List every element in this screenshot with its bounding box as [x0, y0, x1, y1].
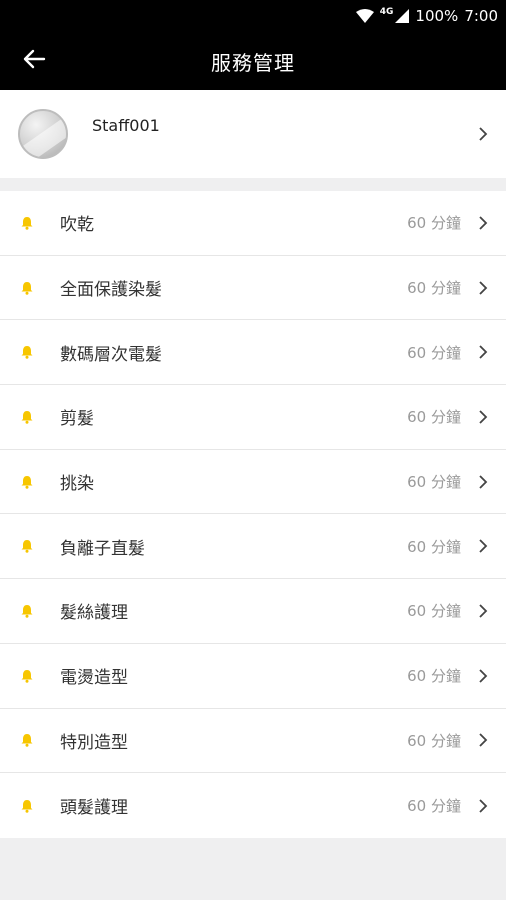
chevron-right-icon	[478, 410, 488, 424]
bell-icon	[20, 539, 34, 553]
avatar	[18, 109, 68, 159]
chevron-right-icon	[478, 539, 488, 553]
section-divider	[0, 178, 506, 191]
app-bar: 服務管理	[0, 32, 506, 90]
service-name: 數碼層次電髮	[60, 344, 162, 365]
service-duration: 60 分鐘	[407, 602, 461, 621]
service-item[interactable]: 數碼層次電髮 60 分鐘	[0, 320, 506, 386]
bell-icon	[20, 604, 34, 618]
chevron-right-icon	[478, 474, 488, 489]
service-duration: 60 分鐘	[407, 731, 461, 750]
service-name: 特別造型	[60, 732, 128, 753]
service-duration: 60 分鐘	[407, 537, 461, 556]
wifi-icon	[355, 9, 374, 23]
service-item[interactable]: 特別造型 60 分鐘	[0, 709, 506, 774]
bell-icon	[20, 345, 34, 359]
staff-profile-row[interactable]: Staff001	[0, 90, 506, 178]
service-item[interactable]: 頭髮護理 60 分鐘	[0, 773, 506, 838]
service-duration: 60 分鐘	[407, 343, 461, 362]
chevron-right-icon	[478, 798, 488, 813]
battery-level: 100%	[415, 7, 459, 25]
service-item[interactable]: 負離子直髮 60 分鐘	[0, 514, 506, 580]
bell-icon	[20, 733, 34, 748]
bell-icon	[20, 216, 34, 230]
chevron-right-icon	[478, 669, 488, 683]
service-name: 髮絲護理	[60, 603, 128, 624]
service-name: 負離子直髮	[60, 538, 145, 559]
service-item[interactable]: 電燙造型 60 分鐘	[0, 644, 506, 709]
service-duration: 60 分鐘	[407, 279, 461, 298]
service-name: 頭髮護理	[60, 798, 128, 819]
service-item[interactable]: 剪髮 60 分鐘	[0, 385, 506, 450]
chevron-right-icon	[478, 127, 488, 141]
service-name: 剪髮	[60, 409, 94, 430]
service-item[interactable]: 全面保護染髮 60 分鐘	[0, 256, 506, 321]
service-name: 吹乾	[60, 215, 94, 236]
bell-icon	[20, 799, 34, 813]
chevron-right-icon	[478, 280, 488, 295]
chevron-right-icon	[478, 604, 488, 618]
back-button[interactable]	[22, 32, 70, 90]
service-item[interactable]: 挑染 60 分鐘	[0, 450, 506, 515]
clock: 7:00	[464, 7, 498, 25]
chevron-right-icon	[478, 733, 488, 747]
page-title: 服務管理	[211, 50, 295, 75]
service-duration: 60 分鐘	[407, 214, 461, 233]
service-item[interactable]: 吹乾 60 分鐘	[0, 191, 506, 256]
service-duration: 60 分鐘	[407, 667, 461, 686]
service-name: 全面保護染髮	[60, 280, 162, 301]
network-type: 4G	[379, 7, 394, 17]
bell-icon	[20, 475, 34, 489]
bell-icon	[20, 281, 34, 295]
service-duration: 60 分鐘	[407, 408, 461, 427]
chevron-right-icon	[478, 216, 488, 230]
arrow-left-icon	[22, 49, 46, 73]
service-duration: 60 分鐘	[407, 797, 461, 816]
status-bar: 4G 100% 7:00	[0, 0, 506, 32]
signal-icon	[395, 9, 410, 23]
chevron-right-icon	[478, 345, 488, 359]
service-item[interactable]: 髮絲護理 60 分鐘	[0, 579, 506, 644]
service-list: 吹乾 60 分鐘 全面保護染髮 60 分鐘 數碼層次電髮 60 分鐘 剪髮 60 分鐘 挑染 60…	[0, 191, 506, 838]
service-name: 電燙造型	[60, 668, 128, 689]
bell-icon	[20, 410, 34, 424]
staff-name: Staff001	[92, 115, 160, 135]
service-name: 挑染	[60, 474, 94, 495]
bell-icon	[20, 669, 34, 683]
service-duration: 60 分鐘	[407, 473, 461, 492]
